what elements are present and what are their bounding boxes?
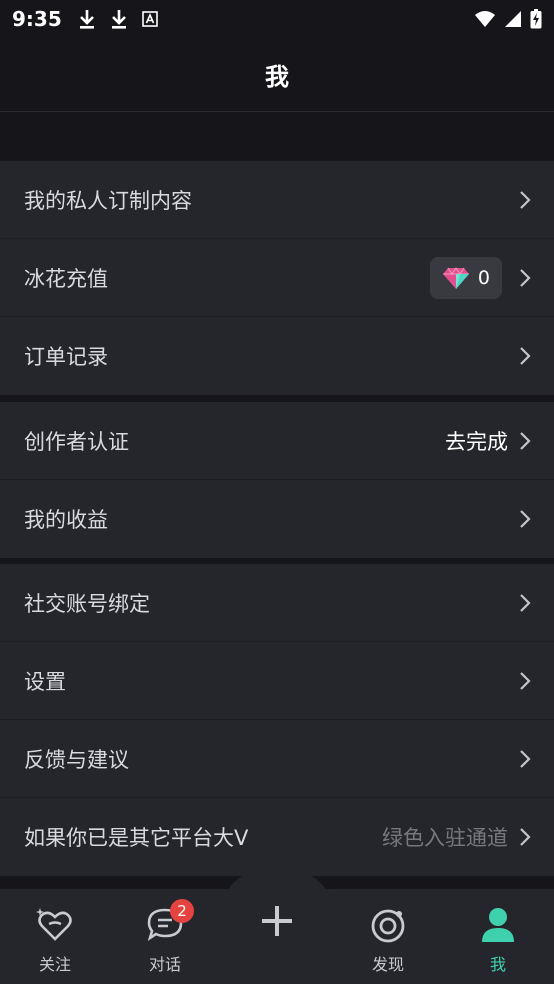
menu-item-creator-verification[interactable]: 创作者认证 去完成 [0, 402, 554, 480]
chevron-right-icon [520, 431, 531, 450]
nav-label: 我 [489, 955, 506, 974]
diamond-icon [442, 266, 469, 289]
menu-item-label: 设置 [24, 669, 66, 694]
menu-item-label: 创作者认证 [24, 429, 129, 454]
chevron-right-icon [520, 828, 531, 846]
menu-group-creator: 创作者认证 去完成 我的收益 [0, 402, 554, 558]
battery-charging-icon [530, 9, 542, 29]
plus-icon [262, 906, 292, 936]
menu-item-settings[interactable]: 设置 [0, 642, 554, 720]
menu-item-label: 冰花充值 [24, 266, 108, 291]
gem-balance-pill[interactable]: 0 [429, 256, 502, 299]
menu-item-feedback[interactable]: 反馈与建议 [0, 720, 554, 798]
page-title: 我 [265, 63, 289, 91]
nav-item-discover[interactable]: 发现 [333, 889, 443, 984]
chevron-right-icon [520, 510, 531, 528]
nav-label: 对话 [148, 955, 181, 974]
chevron-right-icon [520, 347, 531, 365]
menu-item-recharge[interactable]: 冰花充值 0 [0, 239, 554, 317]
status-bar: 9:35 [0, 0, 554, 38]
menu-item-label: 订单记录 [24, 345, 108, 369]
heart-sparkle-icon [36, 908, 72, 941]
menu-item-label: 社交账号绑定 [24, 591, 150, 616]
chevron-right-icon [520, 190, 531, 209]
chevron-right-icon [520, 749, 531, 768]
menu-item-value: 去完成 [445, 429, 508, 454]
nav-item-chat[interactable]: 2 对话 [110, 889, 220, 984]
status-system-icons [474, 9, 542, 29]
bottom-nav: 关注 2 对话 发现 我 [0, 871, 554, 984]
menu-group-account: 我的私人订制内容 冰花充值 0 订单记录 [0, 161, 554, 395]
menu-item-label: 我的私人订制内容 [24, 188, 192, 213]
download-icon [79, 10, 94, 29]
unread-badge: 2 [170, 899, 194, 923]
chevron-right-icon [520, 593, 531, 612]
menu-item-value: 绿色入驻通道 [382, 826, 508, 850]
nav-item-follow[interactable]: 关注 [0, 889, 110, 984]
profile-icon [482, 908, 514, 942]
nav-label: 发现 [371, 955, 404, 974]
menu-group-settings: 社交账号绑定 设置 反馈与建议 如果你已是其它平台大V 绿色入驻通道 [0, 564, 554, 876]
chevron-right-icon [520, 671, 531, 690]
nav-label: 关注 [38, 955, 71, 974]
menu-item-custom-content[interactable]: 我的私人订制内容 [0, 161, 554, 239]
menu-item-orders[interactable]: 订单记录 [0, 317, 554, 395]
wifi-icon [475, 11, 495, 27]
signal-icon [505, 11, 521, 27]
discover-ring-icon [371, 909, 405, 943]
gem-count: 0 [477, 266, 490, 289]
nav-item-create[interactable] [222, 889, 332, 984]
download-icon [111, 10, 126, 29]
menu-item-label: 如果你已是其它平台大V [24, 826, 249, 850]
menu-item-label: 我的收益 [24, 508, 108, 532]
menu-item-social-binding[interactable]: 社交账号绑定 [0, 564, 554, 642]
status-time: 9:35 [12, 7, 62, 31]
menu-item-earnings[interactable]: 我的收益 [0, 480, 554, 558]
menu-item-label: 反馈与建议 [24, 747, 129, 772]
page-header: 我 [0, 38, 554, 112]
font-badge-icon [141, 11, 158, 27]
chevron-right-icon [520, 268, 531, 287]
status-notification-icons [78, 9, 158, 29]
nav-item-me[interactable]: 我 [443, 889, 553, 984]
menu-item-influencer-channel[interactable]: 如果你已是其它平台大V 绿色入驻通道 [0, 798, 554, 876]
